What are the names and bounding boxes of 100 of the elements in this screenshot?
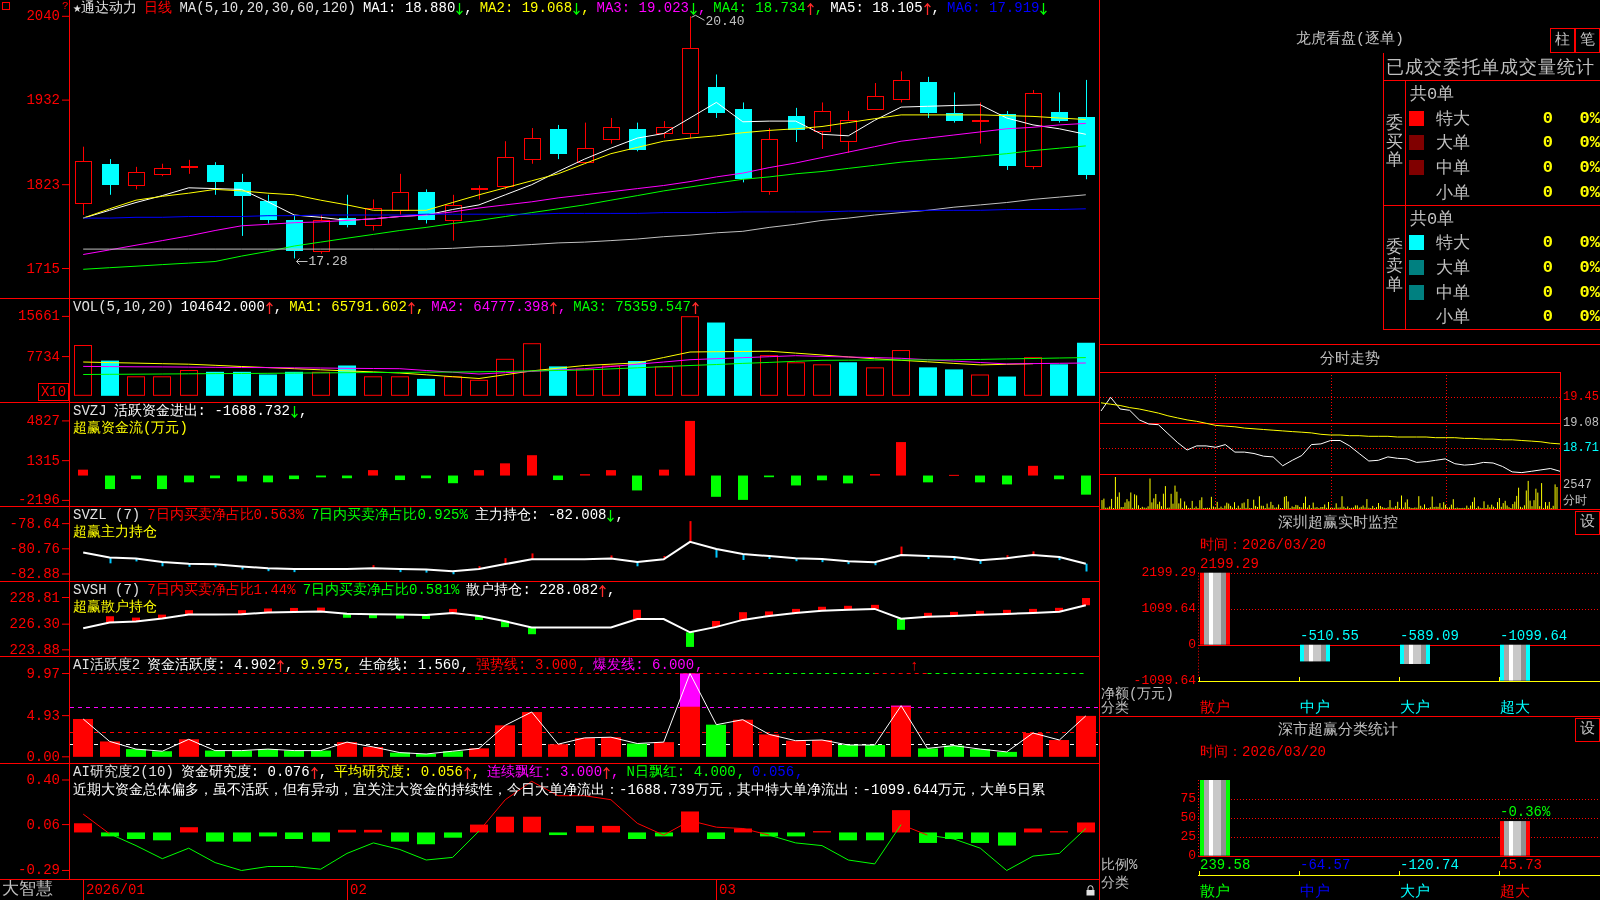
candle xyxy=(708,74,725,119)
research-bar xyxy=(523,816,541,833)
activity-bar xyxy=(918,748,938,757)
activity-bar xyxy=(337,742,357,757)
research-bar xyxy=(312,832,330,842)
order-count: 0 xyxy=(1542,233,1553,253)
candle xyxy=(75,146,92,216)
indicator-text: MA3: 19.023 xyxy=(596,0,689,17)
category-label: 散户 xyxy=(1200,699,1230,716)
activity-bar xyxy=(970,749,990,757)
panel-title: 深市超赢分类统计 xyxy=(1277,720,1398,739)
order-count: 0 xyxy=(1542,258,1553,277)
research-bar xyxy=(285,832,303,839)
view-toggle-button[interactable]: 柱 xyxy=(1550,28,1575,53)
activity-bar xyxy=(759,734,779,757)
panel-title: 深圳超赢实时监控 xyxy=(1277,513,1398,532)
candle xyxy=(497,140,514,190)
fund-flow-bar xyxy=(131,475,141,480)
research-bar xyxy=(576,825,594,833)
separator-text: , xyxy=(611,764,620,781)
research-bar xyxy=(734,828,752,833)
activity-bar xyxy=(1023,733,1043,757)
date-label: 2026/01 xyxy=(86,881,145,900)
axis-label: 7734 xyxy=(26,348,60,365)
indicator-text: 主力持仓: -82.008 xyxy=(474,507,607,524)
date-text: 时间：2026/03/20 xyxy=(1200,742,1326,761)
change-annotation: -0.36% xyxy=(1500,804,1551,821)
research-bar xyxy=(628,832,646,839)
candle xyxy=(260,194,277,224)
order-size-label: 小单 xyxy=(1436,307,1470,329)
axis-label: 0.06 xyxy=(26,816,60,833)
research-bar xyxy=(787,832,805,837)
fund-flow-bar xyxy=(1054,475,1064,480)
lock-icon xyxy=(1086,885,1095,896)
value-label: 239.58 xyxy=(1200,857,1251,873)
candle xyxy=(392,173,409,216)
fund-flow-bar xyxy=(975,475,985,483)
category-label: 大户 xyxy=(1400,699,1430,716)
volume-bar xyxy=(338,365,356,396)
order-total: 共0单 xyxy=(1410,208,1455,230)
date-label: 03 xyxy=(719,881,736,900)
axis-title: 分类 xyxy=(1101,875,1129,891)
settings-button[interactable]: 设 xyxy=(1575,717,1600,742)
candle xyxy=(972,101,989,145)
axis-label: 1932 xyxy=(26,92,60,109)
volume-bar xyxy=(312,371,330,396)
activity-bar xyxy=(232,750,252,757)
axis-label: -80.76 xyxy=(9,540,60,557)
indicator-text: 0.056 xyxy=(752,764,795,781)
activity-bar xyxy=(733,719,753,757)
activity-bar xyxy=(179,739,199,757)
separator-text: , xyxy=(615,507,624,524)
activity-bar xyxy=(786,740,806,757)
research-bar xyxy=(364,829,382,833)
settings-button[interactable]: 设 xyxy=(1575,510,1600,535)
candle xyxy=(920,76,937,119)
research-bar xyxy=(549,832,567,836)
order-count: 0 xyxy=(1542,158,1553,178)
indicator-text: 活跃资金进出: -1688.732 xyxy=(113,403,291,420)
indicator-text: 资金研究度: 0.076 xyxy=(180,764,310,781)
fund-flow-bar xyxy=(78,469,88,476)
separator-text: , xyxy=(607,582,616,599)
research-bar xyxy=(919,832,937,843)
research-bar xyxy=(101,832,119,837)
view-toggle-button[interactable]: 笔 xyxy=(1575,28,1600,53)
fund-flow-bar xyxy=(263,475,273,483)
axis-label: 223.88 xyxy=(9,641,60,656)
activity-bar xyxy=(284,750,304,757)
activity-bar xyxy=(416,754,436,757)
indicator-text: AI研究度2(10) xyxy=(73,764,174,781)
axis-label: 226.30 xyxy=(9,616,60,633)
category-label: 超大 xyxy=(1500,883,1530,900)
activity-bar xyxy=(390,752,410,757)
fund-flow-bar xyxy=(421,475,431,479)
activity-bar xyxy=(443,751,463,757)
volume-bar xyxy=(444,376,462,396)
indicator-text: MA2: 64777.398 xyxy=(431,299,549,316)
research-bar xyxy=(707,832,725,839)
candle xyxy=(102,158,119,196)
candle xyxy=(867,82,884,110)
value-label: -510.55 xyxy=(1300,627,1359,644)
research-bar xyxy=(233,832,251,842)
separator-text: , xyxy=(318,764,328,781)
volume-bar xyxy=(945,369,963,396)
candle xyxy=(365,198,382,231)
separator-text: , xyxy=(415,299,425,316)
fund-flow-bar xyxy=(632,475,642,491)
fund-flow-bar xyxy=(606,470,616,476)
volume-bar xyxy=(998,376,1016,396)
analysis-text: 近期大资金总体偏多，虽不活跃，但有异动，宜关注大资金的持续性，今日大单净流出：-1688.739万元，其中特大单净流出：-1099.644万元，大单5日累 xyxy=(73,782,1045,798)
fund-flow-bar xyxy=(659,469,669,476)
volume-bar xyxy=(919,367,937,396)
leader-line xyxy=(691,14,705,21)
volume-bar xyxy=(866,367,884,396)
axis-label: 0.40 xyxy=(26,772,60,788)
axis-label: 75 xyxy=(1180,791,1196,807)
activity-bar xyxy=(469,748,489,757)
indicator-text: 7日内买卖净占比0.581% xyxy=(302,582,460,599)
fund-flow-bar xyxy=(1028,465,1038,476)
axis-title: 净额(万元) xyxy=(1101,686,1174,702)
